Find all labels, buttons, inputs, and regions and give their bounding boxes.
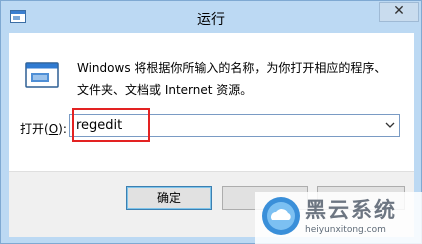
window-title: 运行 — [197, 12, 225, 28]
watermark-name: 黑云系统 — [305, 198, 397, 222]
open-label: 打开(O): — [20, 122, 67, 136]
open-combobox[interactable] — [69, 114, 400, 137]
title-bar[interactable]: 运行 ✕ — [1, 1, 421, 33]
command-input[interactable] — [76, 116, 376, 135]
watermark-url: heiyunxitong.com — [305, 225, 386, 235]
close-button[interactable]: ✕ — [379, 2, 419, 22]
close-icon: ✕ — [393, 3, 405, 19]
cloud-logo-icon — [261, 196, 301, 236]
site-watermark: 黑云系统 heiyunxitong.com — [255, 192, 422, 244]
dialog-description: Windows 将根据你所输入的名称，为你打开相应的程序、文件夹、文档或 Int… — [77, 61, 387, 97]
ok-button[interactable]: 确定 — [126, 186, 212, 210]
chevron-down-icon[interactable] — [384, 119, 396, 131]
run-icon — [25, 61, 61, 91]
